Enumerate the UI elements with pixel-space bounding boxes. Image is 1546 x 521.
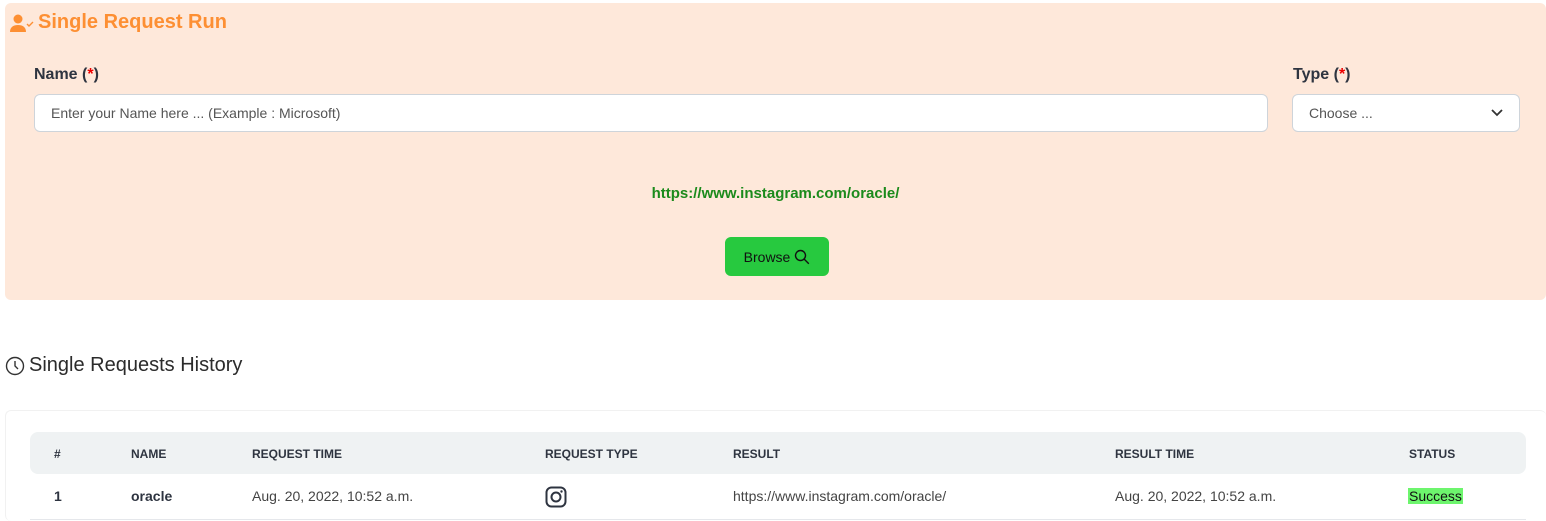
- type-select[interactable]: Choose ...: [1292, 94, 1520, 132]
- chevron-down-icon: [1491, 109, 1503, 117]
- browse-button[interactable]: Browse: [725, 237, 829, 276]
- clock-icon: [5, 356, 25, 375]
- history-title: Single Requests History: [5, 354, 242, 377]
- run-title: Single Request Run: [10, 11, 227, 34]
- history-table: # NAME REQUEST TIME REQUEST TYPE RESULT …: [5, 410, 1546, 521]
- row-divider: [30, 519, 1526, 520]
- history-title-text: Single Requests History: [29, 354, 243, 376]
- col-request-type: REQUEST TYPE: [545, 447, 638, 461]
- cell-index: 1: [54, 488, 62, 504]
- col-name: NAME: [131, 447, 167, 461]
- run-title-text: Single Request Run: [38, 11, 227, 33]
- cell-result[interactable]: https://www.instagram.com/oracle/: [733, 488, 946, 504]
- single-request-run-panel: Single Request Run Name (*) Type (*) Ent…: [5, 3, 1546, 300]
- col-result: RESULT: [733, 447, 781, 461]
- col-status: STATUS: [1409, 447, 1456, 461]
- col-result-time: RESULT TIME: [1115, 447, 1195, 461]
- status-badge: Success: [1408, 488, 1463, 504]
- table-header: # NAME REQUEST TIME REQUEST TYPE RESULT …: [30, 432, 1526, 474]
- name-input[interactable]: Enter your Name here ... (Example : Micr…: [34, 94, 1268, 132]
- cell-name: oracle: [131, 488, 173, 504]
- result-link[interactable]: https://www.instagram.com/oracle/: [5, 185, 1546, 202]
- cell-result-time: Aug. 20, 2022, 10:52 a.m.: [1115, 488, 1277, 504]
- search-icon: [795, 249, 810, 264]
- cell-request-time: Aug. 20, 2022, 10:52 a.m.: [252, 488, 414, 504]
- col-index: #: [54, 447, 61, 461]
- col-request-time: REQUEST TIME: [252, 447, 343, 461]
- type-label: Type (*): [1293, 66, 1351, 83]
- user-check-icon: [10, 14, 34, 32]
- instagram-icon: [545, 486, 567, 511]
- name-label: Name (*): [34, 66, 99, 83]
